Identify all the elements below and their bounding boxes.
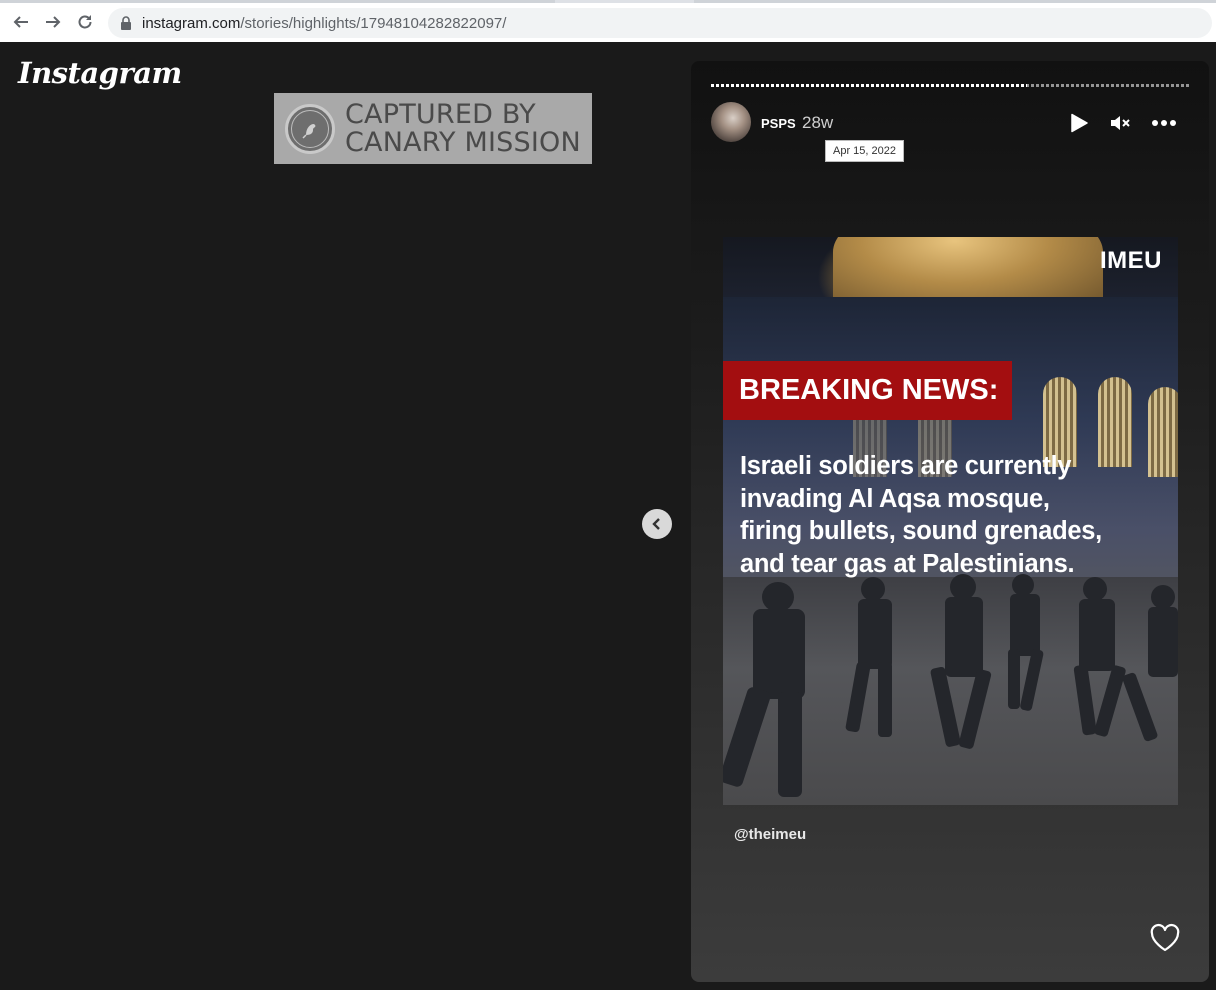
story-progress-bar [711, 84, 1190, 87]
tab-strip-edge [694, 0, 1216, 3]
more-options-icon [1152, 120, 1176, 126]
reload-button[interactable] [72, 9, 98, 35]
headline-line: firing bullets, sound grenades, [740, 517, 1102, 545]
avatar[interactable] [711, 102, 751, 142]
story-time-ago[interactable]: 28w [802, 113, 833, 133]
imeu-brand-label: IMEU [1100, 247, 1162, 274]
browser-toolbar: instagram.com/stories/highlights/1794810… [0, 0, 1216, 42]
story-username[interactable]: PSPS [761, 116, 796, 131]
url-path: /stories/highlights/17948104282822097/ [240, 14, 507, 32]
watermark-line2: CANARY MISSION [345, 126, 581, 158]
story-viewer: PSPS 28w Apr 15, 2022 IMEU BREAKING NEWS… [691, 61, 1209, 982]
arrow-right-icon [46, 16, 61, 28]
watermark-line1: CAPTURED BY [345, 98, 536, 130]
reload-icon [78, 15, 92, 29]
more-options-button[interactable] [1151, 111, 1177, 135]
address-bar[interactable]: instagram.com/stories/highlights/1794810… [108, 8, 1212, 38]
mention-sticker[interactable]: @theimeu [734, 826, 806, 843]
canary-mission-watermark: CAPTURED BY CANARY MISSION [274, 93, 592, 164]
play-icon [1071, 113, 1088, 133]
like-button[interactable] [1149, 923, 1181, 953]
watermark-text: CAPTURED BY CANARY MISSION [345, 98, 581, 158]
canary-seal-icon [285, 103, 335, 154]
muted-speaker-icon [1111, 116, 1130, 130]
headline-line: and tear gas at Palestinians. [740, 549, 1075, 578]
back-button[interactable] [8, 9, 34, 35]
soldiers-graphic [723, 574, 1178, 797]
forward-button[interactable] [40, 9, 66, 35]
arrow-left-icon [13, 16, 28, 28]
url-host: instagram.com [142, 14, 241, 32]
tab-strip-edge [0, 0, 555, 3]
story-headline: Israeli soldiers are currently invading … [740, 450, 1170, 580]
headline-line: invading Al Aqsa mosque, [740, 484, 1050, 513]
instagram-logo[interactable]: Instagram [18, 56, 182, 90]
headline-line: Israeli soldiers are currently [740, 452, 1072, 480]
play-button[interactable] [1066, 111, 1092, 135]
lock-icon [120, 16, 134, 30]
previous-story-button[interactable] [642, 509, 672, 539]
breaking-news-banner: BREAKING NEWS: [723, 361, 1012, 420]
date-tooltip: Apr 15, 2022 [825, 140, 904, 162]
story-progress-fill [711, 84, 1028, 87]
story-media[interactable]: IMEU BREAKING NEWS: Israeli soldiers are… [723, 237, 1178, 805]
mute-button[interactable] [1107, 111, 1133, 135]
chevron-left-icon [652, 518, 660, 530]
heart-icon [1150, 923, 1180, 952]
